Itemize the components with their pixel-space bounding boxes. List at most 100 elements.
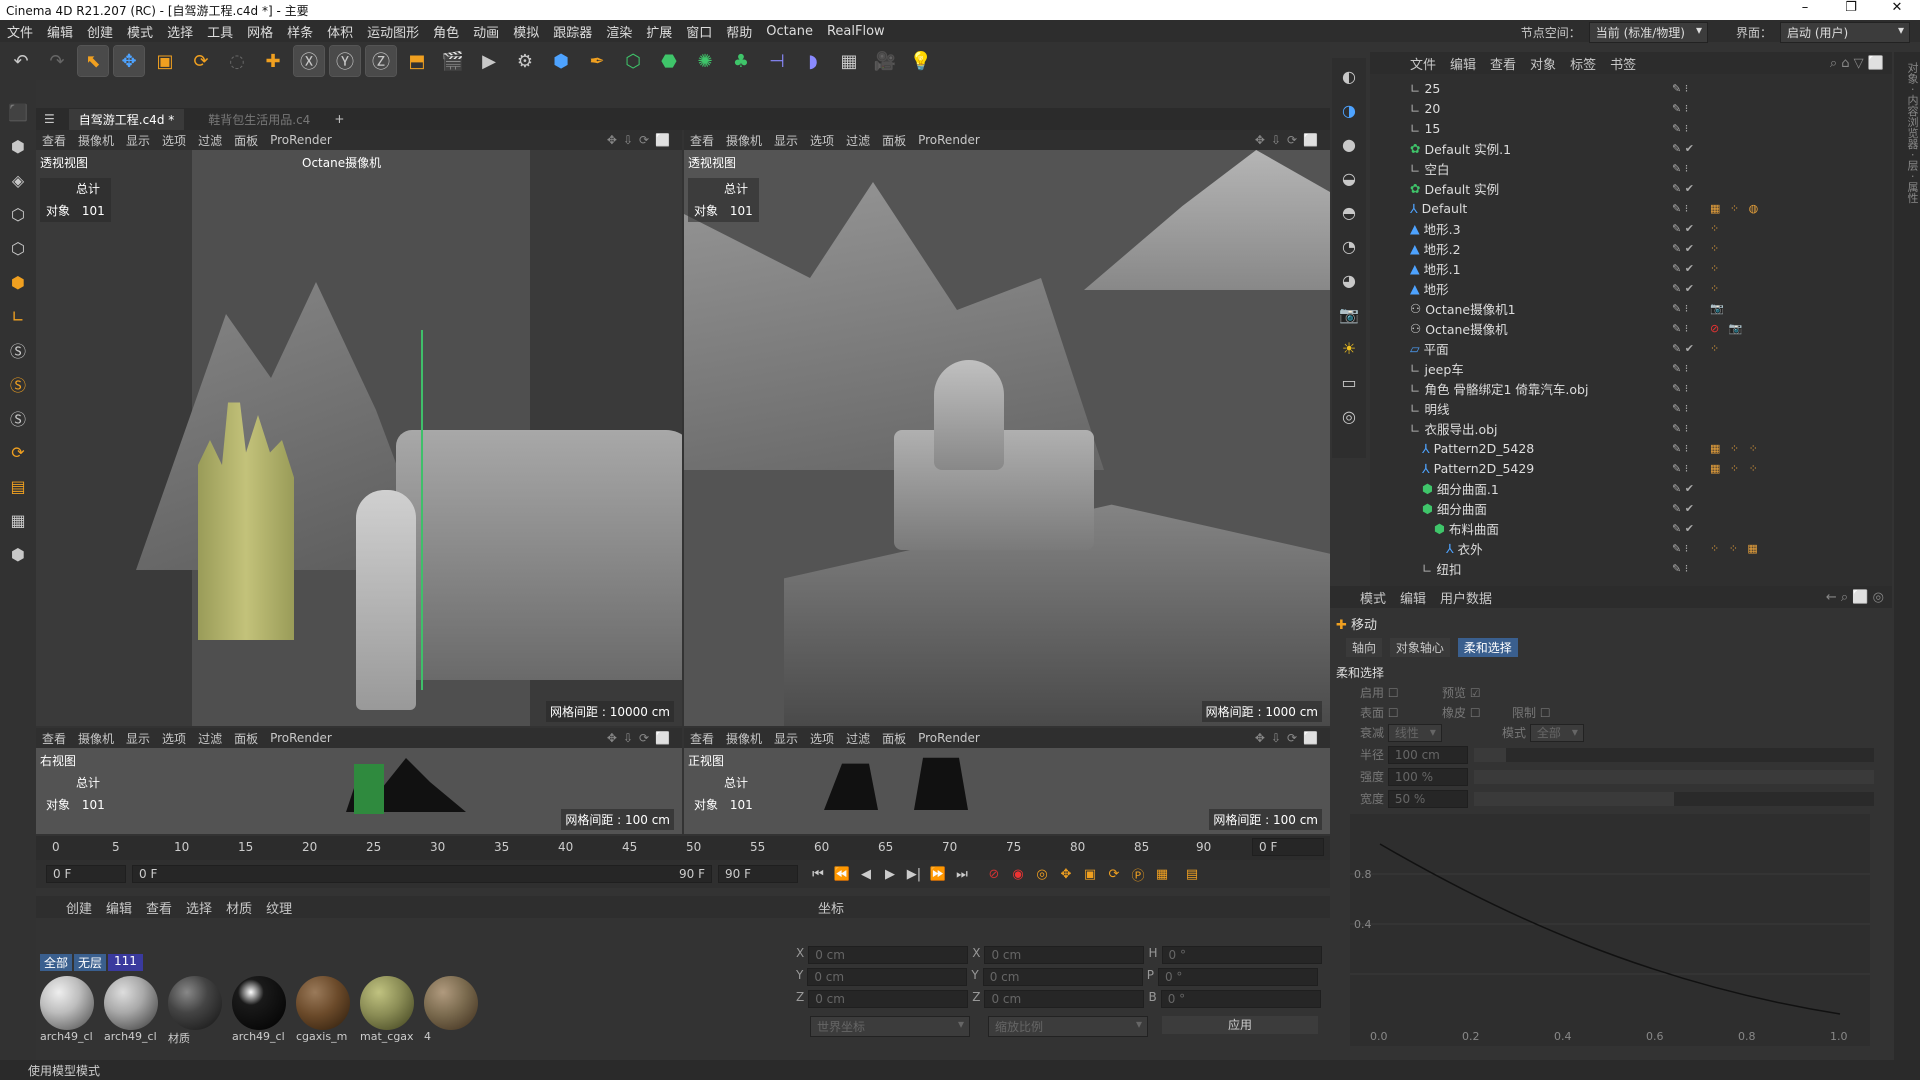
x-axis-icon[interactable]: Ⓧ (293, 45, 325, 77)
texture-mode-icon[interactable]: ◈ (4, 166, 32, 194)
attr-menu-edit[interactable]: 编辑 (1400, 588, 1426, 607)
object-row[interactable]: ▲ 地形 ✎ ✔ ⁘ (1410, 278, 1890, 298)
om-menu-edit[interactable]: 编辑 (1450, 54, 1476, 73)
object-row[interactable]: ✿ Default 实例 ✎ ✔ (1410, 178, 1890, 198)
object-row[interactable]: ⬢ 布料曲面 ✎ ✔ (1410, 518, 1890, 538)
material-swatch[interactable]: mat_cgax (360, 976, 418, 1043)
mode-dropdown[interactable]: 全部 (1529, 724, 1584, 742)
object-row[interactable]: ✿ Default 实例.1 ✎ ✔ (1410, 138, 1890, 158)
viewport-nav-icons[interactable]: ✥⇩⟳⬜ (1255, 731, 1330, 745)
parameter-key-icon[interactable]: Ⓟ (1126, 863, 1150, 885)
magnet-icon[interactable]: ⟳ (4, 438, 32, 466)
deformer-icon[interactable]: ♣ (726, 46, 756, 76)
filter-all[interactable]: 全部 (40, 954, 73, 971)
size-y-field[interactable]: 0 cm (982, 968, 1143, 986)
octane-daylight-icon[interactable]: ☀ (1335, 334, 1363, 362)
falloff-dropdown[interactable]: 线性 (1387, 724, 1442, 742)
recent-tool-icon[interactable]: ◌ (222, 46, 252, 76)
node-space-dropdown[interactable]: 当前 (标准/物理) (1588, 22, 1708, 43)
vp-menu-panel[interactable]: 面板 (882, 132, 906, 149)
scale-icon[interactable]: ▣ (150, 46, 180, 76)
material-swatch[interactable]: 4 (424, 976, 482, 1043)
vp-menu-filter[interactable]: 过滤 (846, 730, 870, 747)
z-axis-icon[interactable]: Ⓩ (365, 45, 397, 77)
tab-soft-selection[interactable]: 柔和选择 (1457, 638, 1518, 657)
material-tags[interactable]: ▦ ⁘ ⁘ (1710, 462, 1761, 475)
goto-start-icon[interactable]: ⏮ (806, 863, 830, 885)
octane-live-viewer-icon[interactable]: ◐ (1335, 62, 1363, 90)
cube-icon[interactable]: ⬢ (546, 46, 576, 76)
apply-button[interactable]: 应用 (1162, 1016, 1318, 1034)
prev-frame-icon[interactable]: ◀ (854, 863, 878, 885)
om-menu-object[interactable]: 对象 (1530, 54, 1556, 73)
subdivision-icon[interactable]: ⬡ (618, 46, 648, 76)
material-tags[interactable]: ▦ ⁘ ⁘ (1710, 442, 1761, 455)
visibility-icon[interactable]: ✎ ⁝ (1672, 362, 1688, 375)
viewport-nav-icons[interactable]: ✥⇩⟳⬜ (1255, 133, 1330, 147)
rotation-h-field[interactable]: 0 ° (1161, 946, 1322, 964)
vp-menu-prorender[interactable]: ProRender (918, 133, 980, 147)
visibility-icon[interactable]: ✎ ⁝ (1672, 162, 1688, 175)
object-row[interactable]: ⅄ 衣外 ✎ ⁝ ⁘ ⁘ ▦ (1410, 538, 1890, 558)
vp-menu-view[interactable]: 查看 (690, 730, 714, 747)
vp-menu-options[interactable]: 选项 (810, 730, 834, 747)
octane-target-icon[interactable]: ◎ (1335, 402, 1363, 430)
attr-menu-mode[interactable]: 模式 (1360, 588, 1386, 607)
visibility-icon[interactable]: ✎ ⁝ (1672, 402, 1688, 415)
visibility-icon[interactable]: ✎ ✔ (1672, 142, 1694, 155)
vp-menu-panel[interactable]: 面板 (234, 132, 258, 149)
octane-area-light-icon[interactable]: ▭ (1335, 368, 1363, 396)
extrude-icon[interactable]: ⬣ (654, 46, 684, 76)
snap-settings-icon[interactable]: Ⓢ (4, 370, 32, 398)
object-row[interactable]: ▲ 地形.3 ✎ ✔ ⁘ (1410, 218, 1890, 238)
vp-menu-prorender[interactable]: ProRender (918, 731, 980, 745)
vp-menu-view[interactable]: 查看 (42, 132, 66, 149)
visibility-icon[interactable]: ✎ ⁝ (1672, 322, 1688, 335)
vp-menu-options[interactable]: 选项 (810, 132, 834, 149)
menu-mode[interactable]: 模式 (120, 22, 160, 41)
width-field[interactable]: 50 % (1387, 790, 1468, 808)
vp-menu-options[interactable]: 选项 (162, 132, 186, 149)
mat-menu-create[interactable]: 创建 (66, 898, 92, 917)
object-row[interactable]: ∟ jeep车 ✎ ⁝ (1410, 358, 1890, 378)
viewport-front-view[interactable]: 查看 摄像机 显示 选项 过滤 面板 ProRender ✥⇩⟳⬜ 正视图 总计… (684, 728, 1330, 834)
layout-dropdown[interactable]: 启动 (用户) (1780, 22, 1910, 43)
object-row[interactable]: ∟ 角色 骨骼绑定1 倚靠汽车.obj ✎ ⁝ (1410, 378, 1890, 398)
vp-menu-prorender[interactable]: ProRender (270, 731, 332, 745)
make-editable-icon[interactable]: ⬛ (4, 98, 32, 126)
octane-sphere-icon[interactable]: ● (1335, 130, 1363, 158)
menu-tracker[interactable]: 跟踪器 (546, 22, 599, 41)
camera-tags[interactable]: ⊘ 📷 (1710, 322, 1745, 335)
falloff-curve-graph[interactable]: 0.8 0.4 0.0 0.2 0.4 0.6 0.8 1.0 (1350, 814, 1870, 1046)
menu-tools[interactable]: 工具 (200, 22, 240, 41)
material-tags[interactable]: ⁘ ⁘ ▦ (1710, 542, 1761, 555)
visibility-icon[interactable]: ✎ ✔ (1672, 502, 1694, 515)
next-key-icon[interactable]: ⏩ (926, 863, 950, 885)
vp-menu-display[interactable]: 显示 (774, 132, 798, 149)
om-menu-file[interactable]: 文件 (1410, 54, 1436, 73)
render-view-icon[interactable]: ▶ (474, 46, 504, 76)
visibility-icon[interactable]: ✎ ⁝ (1672, 562, 1688, 575)
vp-menu-filter[interactable]: 过滤 (846, 132, 870, 149)
vp-menu-camera[interactable]: 摄像机 (78, 132, 114, 149)
vp-menu-display[interactable]: 显示 (126, 730, 150, 747)
menu-mograph[interactable]: 运动图形 (360, 22, 426, 41)
material-tags[interactable]: ▦ ⁘ ◍ (1710, 202, 1761, 215)
undo-icon[interactable]: ↶ (6, 46, 36, 76)
attr-nav-icons[interactable]: ← ⌕ ⬜ ◎ (1826, 590, 1892, 605)
add-tab-icon[interactable]: + (334, 112, 344, 126)
rubber-checkbox[interactable]: ☐ (1470, 706, 1481, 720)
object-row[interactable]: ∟ 衣服导出.obj ✎ ⁝ (1410, 418, 1890, 438)
rotate-icon[interactable]: ⟳ (186, 46, 216, 76)
cloner-icon[interactable]: ✺ (690, 46, 720, 76)
surface-checkbox[interactable]: ☐ (1388, 706, 1399, 720)
visibility-icon[interactable]: ✎ ✔ (1672, 262, 1694, 275)
object-row[interactable]: ∟ 纽扣 ✎ ⁝ (1410, 558, 1890, 578)
position-x-field[interactable]: 0 cm (808, 946, 969, 964)
filter-layer-111[interactable]: 111 (108, 954, 143, 971)
menu-simulate[interactable]: 模拟 (506, 22, 546, 41)
visibility-icon[interactable]: ✎ ⁝ (1672, 202, 1688, 215)
light-icon[interactable]: 💡 (906, 46, 936, 76)
visibility-icon[interactable]: ✎ ⁝ (1672, 462, 1688, 475)
viewport-perspective-left[interactable]: 查看 摄像机 显示 选项 过滤 面板 ProRender ✥⇩⟳⬜ 透视视图 O… (36, 130, 682, 726)
